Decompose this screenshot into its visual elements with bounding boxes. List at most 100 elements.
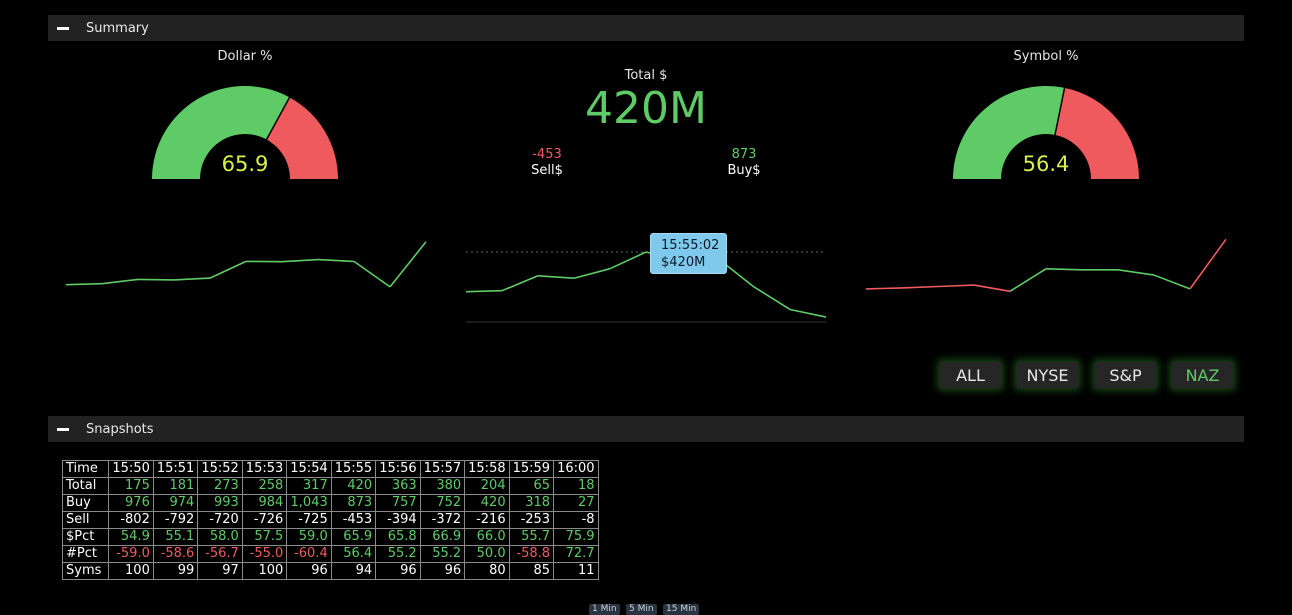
exchange-button-sp[interactable]: S&P <box>1095 362 1156 388</box>
total-value: 420M <box>585 83 707 134</box>
total-label: Total $ <box>624 68 668 83</box>
sparkline-segment <box>901 285 939 289</box>
table-cell: 54.9 <box>108 528 154 546</box>
table-header-cell: 15:52 <box>197 460 243 478</box>
table-row: Total 175 181 273 258 317 420 363 380 204 65 18 <box>61 477 599 495</box>
sell-value: -453 <box>532 147 562 162</box>
table-cell: -372 <box>419 511 466 529</box>
interval-button-1min[interactable]: 1 Min <box>589 604 620 615</box>
sparkline-segment <box>317 258 355 263</box>
table-row: $Pct 54.9 55.1 58.0 57.5 59.0 65.9 65.8 66.9 66.0… <box>61 528 599 546</box>
dollar-gauge-value: 65.9 <box>221 152 269 176</box>
table-cell: 100 <box>108 562 154 580</box>
collapse-icon[interactable] <box>57 427 69 431</box>
table-cell: 96 <box>375 562 421 580</box>
exchange-button-nyse[interactable]: NYSE <box>1017 362 1078 388</box>
table-header-cell: 15:57 <box>419 460 466 478</box>
table-cell: 65.9 <box>330 528 377 546</box>
exchange-button-label: S&P <box>1109 365 1142 385</box>
table-cell: -792 <box>152 511 199 529</box>
table-header-cell: 15:53 <box>241 460 288 478</box>
table-cell: 85 <box>508 562 555 580</box>
exchange-button-label: NAZ <box>1185 365 1220 385</box>
table-cell: 420 <box>464 494 510 512</box>
total-sparkline[interactable] <box>460 225 832 327</box>
table-header-label: Time <box>61 460 110 478</box>
table-cell: 97 <box>197 562 243 580</box>
row-label: Syms <box>61 562 110 580</box>
sparkline-segment <box>137 278 175 281</box>
table-header-cell: 15:54 <box>286 460 332 478</box>
interval-button-5min[interactable]: 5 Min <box>626 604 657 615</box>
table-cell: 873 <box>330 494 377 512</box>
table-cell: 96 <box>286 562 332 580</box>
table-cell: -802 <box>108 511 154 529</box>
snapshots-section-header[interactable]: Snapshots <box>48 416 1244 442</box>
table-cell: 75.9 <box>553 528 599 546</box>
exchange-button-all[interactable]: ALL <box>940 362 1001 388</box>
table-cell: 99 <box>152 562 199 580</box>
table-cell: 65.8 <box>375 528 421 546</box>
table-cell: -60.4 <box>286 545 332 563</box>
dollar-gauge-title: Dollar % <box>217 49 273 64</box>
table-cell: 984 <box>241 494 288 512</box>
interval-button-15min[interactable]: 15 Min <box>663 604 700 615</box>
sparkline-segment <box>1009 268 1047 292</box>
table-cell: 57.5 <box>241 528 288 546</box>
sparkline-segment <box>865 287 903 290</box>
sparkline-segment <box>1189 238 1227 290</box>
exchange-button-label: NYSE <box>1026 365 1069 385</box>
table-cell: 273 <box>197 477 243 495</box>
table-header-cell: 15:56 <box>375 460 421 478</box>
sparkline-segment <box>937 284 975 288</box>
table-cell: 976 <box>108 494 154 512</box>
row-label: Sell <box>61 511 110 529</box>
table-cell: -56.7 <box>197 545 243 563</box>
table-cell: 752 <box>419 494 466 512</box>
table-cell: 317 <box>286 477 332 495</box>
sparkline-segment <box>173 277 211 281</box>
tooltip-value: $420M <box>661 255 706 270</box>
symbol-gauge-value: 56.4 <box>1022 152 1070 176</box>
exchange-button-naz[interactable]: NAZ <box>1172 362 1233 388</box>
row-label: $Pct <box>61 528 110 546</box>
table-cell: -8 <box>553 511 599 529</box>
table-cell: 175 <box>108 477 154 495</box>
table-cell: 80 <box>464 562 510 580</box>
table-row: Syms 100 99 97 100 96 94 96 96 80 85 11 <box>61 562 599 580</box>
table-cell: 59.0 <box>286 528 332 546</box>
table-cell: -725 <box>286 511 332 529</box>
table-cell: 11 <box>553 562 599 580</box>
sparkline-segment <box>209 260 247 279</box>
table-cell: 993 <box>197 494 243 512</box>
table-cell: 181 <box>152 477 199 495</box>
table-cell: -253 <box>508 511 555 529</box>
sparkline-segment <box>281 258 319 263</box>
table-header-cell: 15:51 <box>152 460 199 478</box>
sparkline-segment <box>1045 268 1083 271</box>
table-header-cell: 15:55 <box>330 460 377 478</box>
table-header-cell: 16:00 <box>553 460 599 478</box>
sparkline-segment <box>609 251 647 270</box>
exchange-button-label: ALL <box>956 365 985 385</box>
table-cell: 55.7 <box>508 528 555 546</box>
collapse-icon[interactable] <box>57 26 69 30</box>
sparkline-segment <box>101 278 139 285</box>
table-cell: -394 <box>375 511 421 529</box>
table-header-cell: 15:59 <box>508 460 555 478</box>
table-cell: -216 <box>464 511 510 529</box>
sparkline-segment <box>789 308 827 318</box>
table-cell: 363 <box>375 477 421 495</box>
table-cell: 380 <box>419 477 466 495</box>
table-cell: 420 <box>330 477 377 495</box>
table-cell: -726 <box>241 511 288 529</box>
tooltip-time: 15:55:02 <box>661 238 720 253</box>
symbol-pct-sparkline <box>865 238 1227 293</box>
table-cell: 66.9 <box>419 528 466 546</box>
table-cell: -453 <box>330 511 377 529</box>
table-cell: 18 <box>553 477 599 495</box>
dollar-pct-sparkline <box>65 241 427 288</box>
sparkline-segment <box>973 284 1011 293</box>
summary-section-header[interactable]: Summary <box>48 15 1244 41</box>
table-cell: -720 <box>197 511 243 529</box>
